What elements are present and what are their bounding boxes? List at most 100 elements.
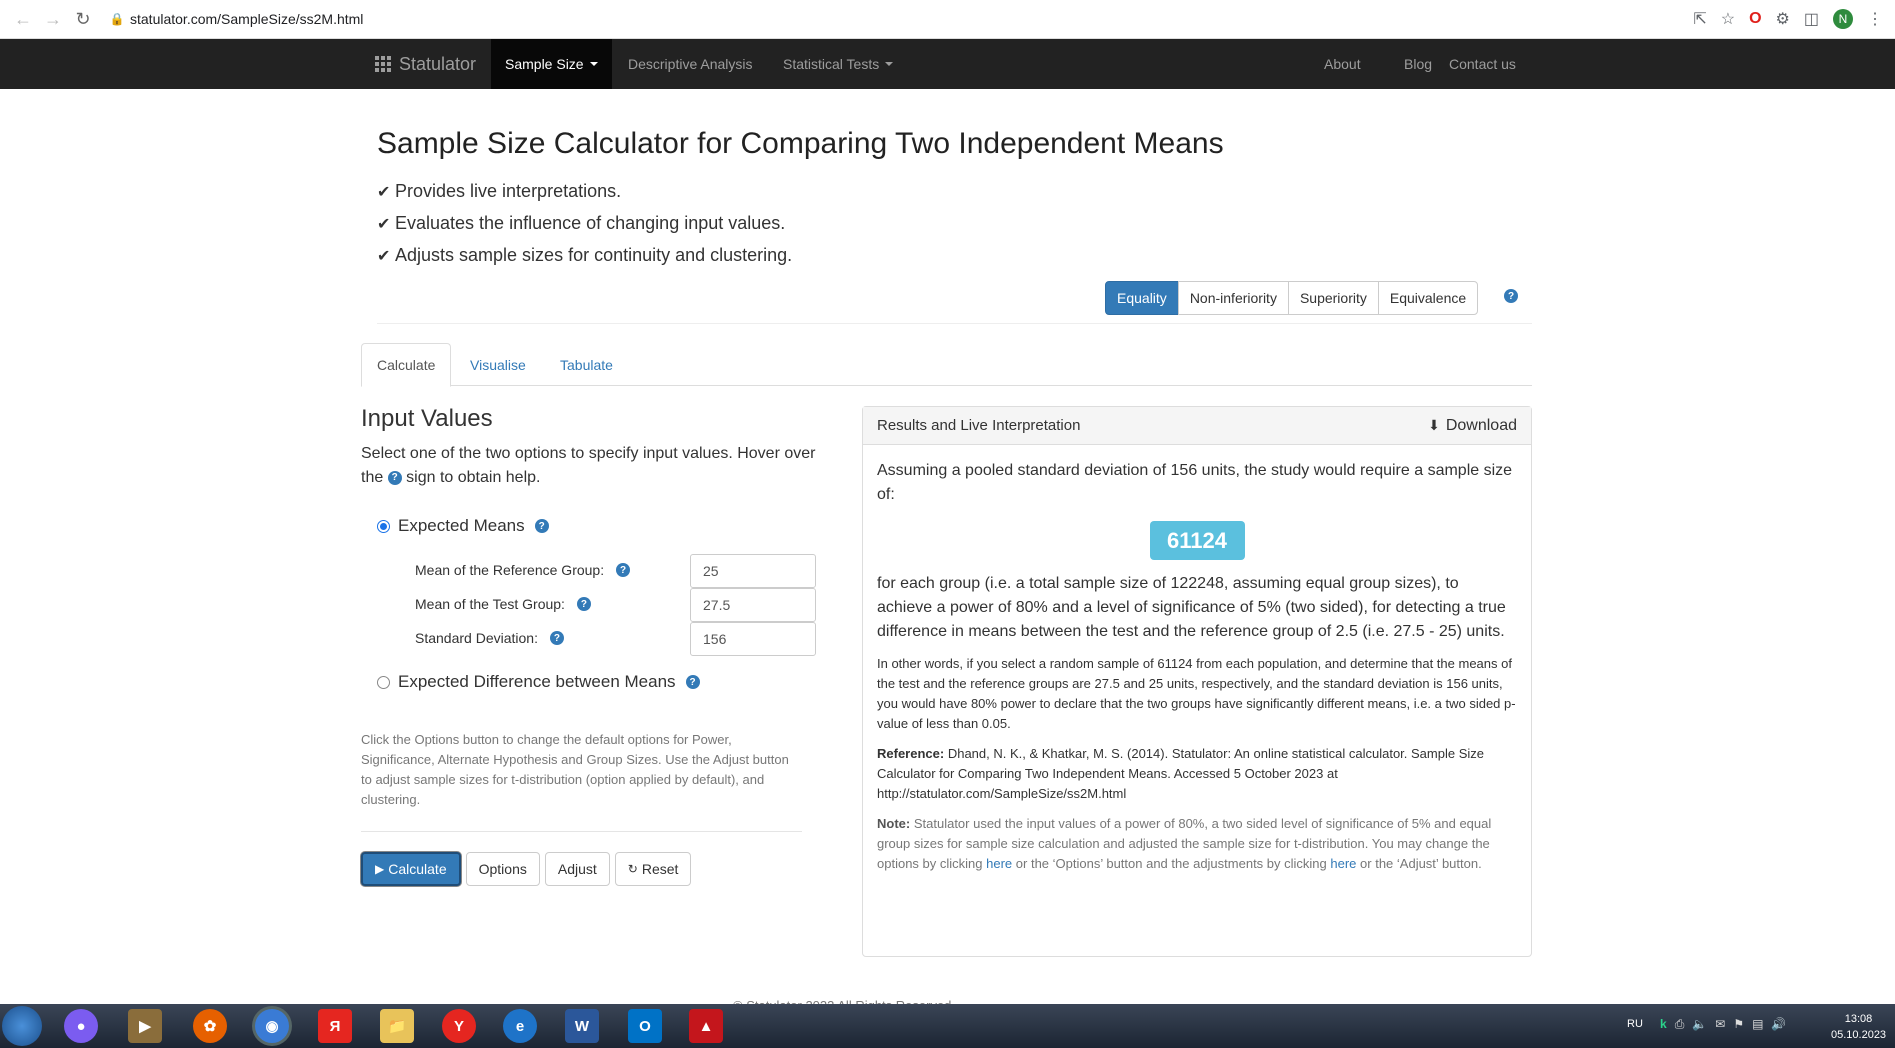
help-icon[interactable]: ?	[549, 631, 564, 645]
input-values-title: Input Values	[361, 405, 493, 432]
superiority-button[interactable]: Superiority	[1287, 281, 1379, 315]
options-label: Options	[478, 861, 527, 877]
network-icon[interactable]: ▤	[1752, 1017, 1763, 1032]
outlook-tray-icon[interactable]: ✉	[1715, 1017, 1725, 1032]
calculate-button[interactable]: ▶ Calculate	[361, 852, 461, 886]
internet-explorer-icon[interactable]: e	[503, 1009, 537, 1043]
flag-icon[interactable]: ⚑	[1733, 1017, 1744, 1032]
desc-text-b: sign to obtain help.	[406, 469, 541, 486]
help-icon[interactable]: ?	[685, 675, 700, 689]
outlook-icon[interactable]: O	[628, 1009, 662, 1043]
windows-taskbar: ● ▶ ✿ ◉ Я 📁 Y e W O ▲ RU k ⎙ 🔈 ✉ ⚑ ▤ 🔊 1…	[0, 1004, 1895, 1048]
printer-icon[interactable]: ⎙	[1675, 1017, 1685, 1032]
reload-icon[interactable]: ↻	[68, 9, 98, 30]
radio-expected-difference[interactable]	[377, 675, 390, 689]
refresh-icon: ↻	[627, 862, 638, 876]
tab-bar: Calculate Visualise Tabulate	[361, 343, 1532, 387]
options-help-text: Click the Options button to change the d…	[361, 732, 789, 807]
nav-descriptive-analysis[interactable]: Descriptive Analysis	[614, 39, 767, 89]
download-button[interactable]: ⬇ Download	[1428, 417, 1517, 435]
equivalence-button[interactable]: Equivalence	[1377, 281, 1479, 315]
yandex-icon[interactable]: Y	[442, 1009, 476, 1043]
system-clock[interactable]: 13:08 05.10.2023	[1831, 1011, 1886, 1043]
browser-toolbar: ← → ↻ 🔒 statulator.com/SampleSize/ss2M.h…	[0, 0, 1895, 39]
reference-mean-input[interactable]	[690, 554, 816, 588]
extensions-icon[interactable]: ⚙	[1776, 9, 1790, 29]
yandex-browser-icon[interactable]: Я	[318, 1009, 352, 1043]
tab-tabulate[interactable]: Tabulate	[545, 343, 628, 386]
caret-down-icon	[885, 62, 894, 66]
field-label-std-dev: Standard Deviation: ?	[415, 630, 564, 646]
tab-calculate[interactable]: Calculate	[361, 343, 452, 387]
grid-icon	[375, 56, 391, 72]
adjust-here-link[interactable]: here	[1330, 856, 1356, 871]
back-icon[interactable]: ←	[8, 9, 38, 30]
reset-button[interactable]: ↻ Reset	[614, 852, 692, 886]
help-icon[interactable]: ?	[576, 597, 591, 611]
std-dev-input[interactable]	[690, 622, 816, 656]
star-icon[interactable]: ☆	[1721, 9, 1735, 29]
note-text: or the ‘Options’ button and the adjustme…	[1015, 856, 1327, 871]
field-label-reference-mean: Mean of the Reference Group: ?	[415, 562, 631, 578]
speaker-muted-icon[interactable]: 🔈	[1692, 1017, 1707, 1032]
feature-list: ✔ Provides live interpretations. ✔ Evaluat…	[377, 176, 792, 272]
feature-item: ✔ Adjusts sample sizes for continuity and…	[377, 240, 792, 272]
side-panel-icon[interactable]: ◫	[1804, 9, 1819, 29]
help-icon[interactable]: ?	[534, 519, 549, 533]
options-here-link[interactable]: here	[986, 856, 1012, 871]
reference-text: Dhand, N. K., & Khatkar, M. S. (2014). S…	[877, 746, 1484, 801]
tab-visualise[interactable]: Visualise	[455, 343, 541, 386]
nav-about-label: About	[1324, 56, 1361, 72]
sample-size-badge: 61124	[1149, 521, 1245, 560]
nav-statistical-label: Statistical Tests	[783, 56, 880, 72]
nav-contact[interactable]: Contact us	[1435, 39, 1530, 89]
address-bar[interactable]: 🔒 statulator.com/SampleSize/ss2M.html	[104, 4, 1693, 34]
equality-button[interactable]: Equality	[1105, 281, 1179, 315]
results-interpretation: for each group (i.e. a total sample size…	[877, 575, 1506, 640]
share-icon[interactable]: ⇱	[1693, 9, 1706, 29]
results-note: Note: Statulator used the input values o…	[877, 814, 1517, 874]
opera-extension-icon[interactable]: O	[1749, 10, 1761, 28]
url-text[interactable]: statulator.com/SampleSize/ss2M.html	[130, 11, 363, 27]
acrobat-icon[interactable]: ▲	[689, 1009, 723, 1043]
nav-about[interactable]: About	[1310, 39, 1375, 89]
reference-label: Reference:	[877, 746, 945, 761]
clock-date: 05.10.2023	[1831, 1029, 1887, 1041]
adjust-button[interactable]: Adjust	[544, 852, 610, 886]
word-icon[interactable]: W	[565, 1009, 599, 1043]
profile-avatar[interactable]: N	[1833, 9, 1853, 29]
nav-sample-size[interactable]: Sample Size	[491, 39, 612, 89]
non-inferiority-button[interactable]: Non-inferiority	[1177, 281, 1289, 315]
test-mean-input[interactable]	[690, 588, 816, 622]
alice-icon[interactable]: ●	[64, 1009, 98, 1043]
nav-blog-label: Blog	[1404, 56, 1433, 72]
field-label-test-mean: Mean of the Test Group: ?	[415, 596, 591, 612]
option-expected-difference[interactable]: Expected Difference between Means ?	[377, 672, 700, 692]
firefox-icon[interactable]: ✿	[193, 1009, 227, 1043]
option-expected-means-label: Expected Means	[398, 516, 525, 535]
nav-sample-size-label: Sample Size	[505, 56, 584, 72]
help-icon: ?	[387, 470, 402, 485]
options-button[interactable]: Options	[465, 852, 540, 886]
help-icon[interactable]: ?	[616, 563, 631, 577]
radio-expected-means[interactable]	[377, 519, 390, 533]
start-button[interactable]	[2, 1006, 42, 1046]
forward-icon[interactable]: →	[38, 9, 68, 30]
download-icon: ⬇	[1428, 417, 1440, 433]
brand[interactable]: Statulator	[375, 39, 476, 89]
help-icon[interactable]: ?	[1504, 289, 1518, 303]
file-explorer-icon[interactable]: 📁	[380, 1009, 414, 1043]
system-tray: k ⎙ 🔈 ✉ ⚑ ▤ 🔊	[1660, 1017, 1786, 1032]
option-expected-means[interactable]: Expected Means ?	[377, 516, 549, 536]
volume-icon[interactable]: 🔊	[1771, 1017, 1786, 1032]
media-player-icon[interactable]: ▶	[128, 1009, 162, 1043]
label-text: Mean of the Test Group:	[415, 596, 565, 612]
language-indicator[interactable]: RU	[1627, 1018, 1643, 1030]
nav-statistical-tests[interactable]: Statistical Tests	[769, 39, 907, 89]
menu-icon[interactable]: ⋮	[1867, 9, 1883, 29]
chrome-icon[interactable]: ◉	[255, 1009, 289, 1043]
feature-item: ✔ Evaluates the influence of changing inp…	[377, 208, 792, 240]
divider	[377, 323, 1532, 324]
results-lead: Assuming a pooled standard deviation of …	[877, 462, 1513, 503]
kaspersky-icon[interactable]: k	[1660, 1017, 1667, 1032]
